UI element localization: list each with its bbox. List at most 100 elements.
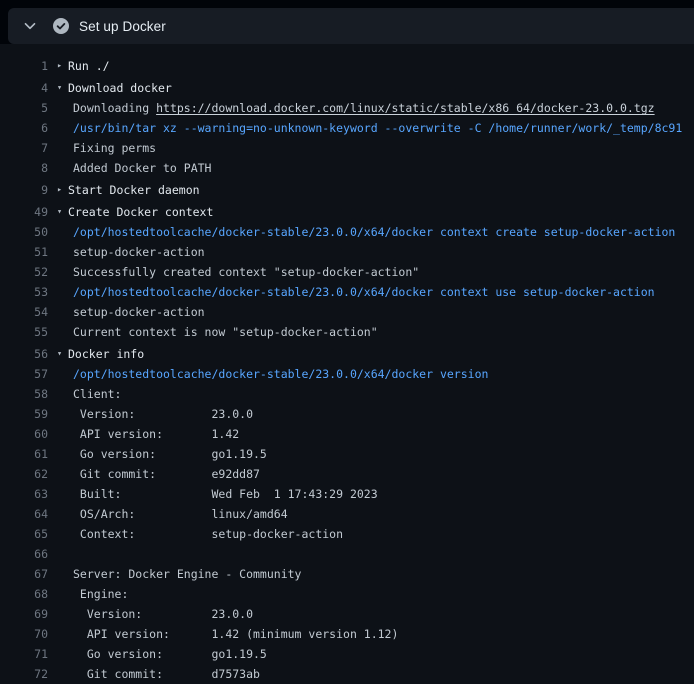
log-row: 68 Engine: [0,584,694,604]
log-text: setup-docker-action [68,302,205,322]
log-row: 67 Server: Docker Engine - Community [0,564,694,584]
log-row: 69 Version: 23.0.0 [0,604,694,624]
log-row: 52 Successfully created context "setup-do… [0,262,694,282]
group-title[interactable]: Create Docker context [68,202,213,222]
log-text: setup-docker-action [68,242,205,262]
log-command-text: /opt/hostedtoolcache/docker-stable/23.0.… [68,364,488,384]
group-title[interactable]: Docker info [68,344,144,364]
line-number[interactable]: 64 [0,504,48,524]
log-row: 5 Downloading https://download.docker.com… [0,98,694,118]
chevron-down-icon[interactable] [22,18,38,34]
step-title: Set up Docker [79,19,166,34]
line-number[interactable]: 6 [0,118,48,138]
log-row: 61 Go version: go1.19.5 [0,444,694,464]
line-number[interactable]: 70 [0,624,48,644]
line-number[interactable]: 57 [0,364,48,384]
line-number[interactable]: 52 [0,262,48,282]
log-row: 72 Git commit: d7573ab [0,664,694,684]
log-text: Fixing perms [68,138,156,158]
log-row: 6/usr/bin/tar xz --warning=no-unknown-ke… [0,118,694,138]
log-text: Version: 23.0.0 [68,404,253,424]
check-circle-icon [53,18,69,34]
line-number[interactable]: 63 [0,484,48,504]
line-number[interactable]: 68 [0,584,48,604]
line-number[interactable]: 66 [0,544,48,564]
log-text: OS/Arch: linux/amd64 [68,504,288,524]
log-row: 63 Built: Wed Feb 1 17:43:29 2023 [0,484,694,504]
line-number[interactable]: 67 [0,564,48,584]
group-expanded-icon[interactable]: ▾ [57,78,68,98]
line-number[interactable]: 62 [0,464,48,484]
log-row: 64 OS/Arch: linux/amd64 [0,504,694,524]
log-row: 57/opt/hostedtoolcache/docker-stable/23.… [0,364,694,384]
log-group-row[interactable]: 49 ▾Create Docker context [0,202,694,222]
log-text: Downloading https://download.docker.com/… [68,98,655,118]
log-text: Git commit: d7573ab [68,664,260,684]
log-row: 60 API version: 1.42 [0,424,694,444]
line-number[interactable]: 50 [0,222,48,242]
log-text: Engine: [68,584,128,604]
group-title[interactable]: Run ./ [68,56,110,76]
group-expanded-icon[interactable]: ▾ [57,202,68,222]
line-number[interactable]: 8 [0,158,48,178]
line-number[interactable]: 4 [0,78,48,98]
log-row: 51 setup-docker-action [0,242,694,262]
log-row: 65 Context: setup-docker-action [0,524,694,544]
log-row: 70 API version: 1.42 (minimum version 1.… [0,624,694,644]
log-text: API version: 1.42 [68,424,239,444]
log-text: Git commit: e92dd87 [68,464,260,484]
log-link[interactable]: https://download.docker.com/linux/static… [156,101,655,115]
line-number[interactable]: 7 [0,138,48,158]
line-number[interactable]: 60 [0,424,48,444]
log-group-row[interactable]: 56 ▾Docker info [0,344,694,364]
log-text: Version: 23.0.0 [68,604,253,624]
log-row: 66 [0,544,694,564]
log-text: Go version: go1.19.5 [68,644,267,664]
line-number[interactable]: 5 [0,98,48,118]
line-number[interactable]: 49 [0,202,48,222]
log-row: 58 Client: [0,384,694,404]
step-header[interactable]: Set up Docker [8,8,694,44]
log-text: Successfully created context "setup-dock… [68,262,419,282]
log-group-row[interactable]: 9 ▸Start Docker daemon [0,180,694,200]
line-number[interactable]: 72 [0,664,48,684]
log-group-row[interactable]: 1 ▸Run ./ [0,56,694,76]
log-row: 50/opt/hostedtoolcache/docker-stable/23.… [0,222,694,242]
log-row: 8 Added Docker to PATH [0,158,694,178]
line-number[interactable]: 69 [0,604,48,624]
log-text: Server: Docker Engine - Community [68,564,301,584]
group-collapsed-icon[interactable]: ▸ [57,180,68,200]
line-number[interactable]: 53 [0,282,48,302]
log-row: 54 setup-docker-action [0,302,694,322]
log-command-text: /usr/bin/tar xz --warning=no-unknown-key… [68,118,682,138]
log-text: Client: [68,384,121,404]
page-top-strip: Set up Docker [0,0,694,44]
line-number[interactable]: 1 [0,56,48,76]
log-viewer[interactable]: 1▸Run ./4▾Download docker5Downloading ht… [0,44,694,684]
log-text: Added Docker to PATH [68,158,211,178]
group-collapsed-icon[interactable]: ▸ [57,56,68,76]
log-command-text: /opt/hostedtoolcache/docker-stable/23.0.… [68,282,655,302]
log-group-row[interactable]: 4 ▾Download docker [0,78,694,98]
line-number[interactable]: 59 [0,404,48,424]
line-number[interactable]: 51 [0,242,48,262]
line-number[interactable]: 54 [0,302,48,322]
log-command-text: /opt/hostedtoolcache/docker-stable/23.0.… [68,222,675,242]
log-text: Current context is now "setup-docker-act… [68,322,378,342]
line-number[interactable]: 65 [0,524,48,544]
group-expanded-icon[interactable]: ▾ [57,344,68,364]
line-number[interactable]: 56 [0,344,48,364]
line-number[interactable]: 58 [0,384,48,404]
group-title[interactable]: Download docker [68,78,172,98]
log-row: 55 Current context is now "setup-docker-a… [0,322,694,342]
log-text: Context: setup-docker-action [68,524,343,544]
log-row: 59 Version: 23.0.0 [0,404,694,424]
line-number[interactable]: 55 [0,322,48,342]
line-number[interactable]: 61 [0,444,48,464]
group-title[interactable]: Start Docker daemon [68,180,200,200]
log-text: API version: 1.42 (minimum version 1.12) [68,624,398,644]
line-number[interactable]: 71 [0,644,48,664]
log-row: 62 Git commit: e92dd87 [0,464,694,484]
line-number[interactable]: 9 [0,180,48,200]
log-row: 7 Fixing perms [0,138,694,158]
